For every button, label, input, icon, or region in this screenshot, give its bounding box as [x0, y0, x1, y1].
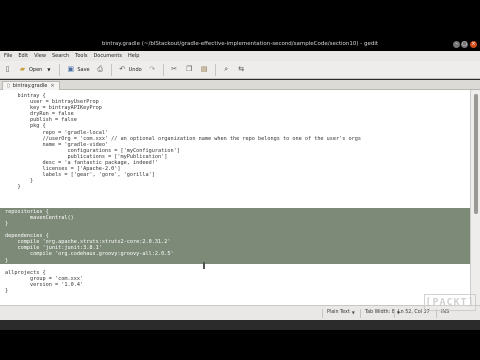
toolbar-separator: [162, 63, 164, 76]
menu-help[interactable]: Help: [128, 53, 139, 59]
cut-button[interactable]: ✂: [170, 65, 179, 74]
menu-bar: File Edit View Search Tools Documents He…: [0, 51, 480, 61]
new-document-button[interactable]: ▯: [3, 65, 12, 74]
chevron-down-icon: ▼: [351, 310, 355, 315]
status-bar: Plain Text ▼ Tab Width: 8 ▼ Ln 52, Col 3…: [0, 305, 480, 320]
undo-icon: ↶: [119, 65, 126, 73]
window-title: bintray.gradle (~/blStackout/gradle-effe…: [101, 41, 379, 47]
folder-icon: ▰: [19, 65, 26, 73]
save-label: Save: [77, 66, 90, 73]
find-button[interactable]: ⌕: [222, 65, 231, 74]
menu-edit[interactable]: Edit: [18, 53, 28, 59]
status-separator: [360, 309, 361, 318]
save-button[interactable]: ▣ Save: [66, 65, 90, 74]
replace-button[interactable]: ⇆: [237, 65, 246, 74]
text-editor[interactable]: bintray { user = bintrayUserProp key = b…: [0, 90, 470, 305]
menu-view[interactable]: View: [34, 53, 46, 59]
paste-button[interactable]: ▤: [200, 65, 209, 74]
tab-width-label: Tab Width: 8: [365, 310, 395, 315]
redo-icon: ↷: [149, 65, 156, 73]
paste-icon: ▤: [200, 65, 208, 73]
code-text: bintray { user = bintrayUserProp key = b…: [5, 93, 361, 294]
language-label: Plain Text: [327, 310, 350, 315]
undo-button[interactable]: ↶ Undo: [118, 65, 142, 74]
print-icon: ⎙: [97, 65, 103, 73]
vertical-scrollbar[interactable]: [470, 90, 480, 305]
menu-documents[interactable]: Documents: [93, 53, 122, 59]
menu-tools[interactable]: Tools: [75, 53, 87, 59]
tab-label: bintray.gradle: [12, 83, 48, 89]
close-tab-icon[interactable]: ×: [50, 83, 54, 89]
cut-icon: ✂: [171, 65, 178, 73]
scrollbar-thumb[interactable]: [474, 94, 478, 214]
redo-button[interactable]: ↷: [148, 65, 157, 74]
print-button[interactable]: ⎙: [96, 65, 105, 74]
maximize-button[interactable]: □: [461, 41, 468, 48]
chevron-down-icon: ▼: [47, 66, 51, 72]
close-window-button[interactable]: ×: [470, 41, 477, 48]
document-tab-bar: ▯ bintray.gradle ×: [0, 80, 480, 90]
menu-search[interactable]: Search: [52, 53, 69, 59]
title-bar: bintray.gradle (~/blStackout/gradle-effe…: [0, 0, 480, 56]
replace-icon: ⇆: [238, 65, 245, 73]
search-icon: ⌕: [224, 65, 229, 73]
mouse-cursor: [203, 262, 205, 269]
status-separator: [394, 309, 395, 318]
undo-label: Undo: [128, 66, 142, 73]
language-selector[interactable]: Plain Text ▼: [327, 310, 355, 315]
tab-bintray-gradle[interactable]: ▯ bintray.gradle ×: [2, 81, 60, 90]
open-label: Open: [29, 66, 43, 73]
save-icon: ▣: [67, 65, 75, 73]
code-line[interactable]: //userOrg = 'com.xxx' // an optional org…: [5, 136, 361, 142]
copy-icon: ❐: [186, 65, 193, 73]
gedit-window: bintray.gradle (~/blStackout/gradle-effe…: [0, 0, 480, 330]
copy-button[interactable]: ❐: [185, 65, 194, 74]
status-separator: [322, 309, 323, 318]
toolbar-separator: [214, 63, 216, 76]
toolbar: ▯ ▰ Open ▼ ▣ Save ⎙ ↶ Undo ↷ ✂ ❐ ▤ ⌕ ⇆: [0, 61, 480, 79]
code-line[interactable]: }: [5, 288, 361, 294]
packt-logo: [PACKT]: [424, 294, 476, 311]
toolbar-separator: [110, 63, 112, 76]
new-document-icon: ▯: [5, 65, 10, 73]
open-button[interactable]: ▰ Open ▼: [18, 65, 53, 74]
menu-file[interactable]: File: [4, 53, 12, 59]
minimize-button[interactable]: –: [453, 41, 460, 48]
document-icon: ▯: [7, 83, 10, 89]
toolbar-separator: [59, 63, 61, 76]
